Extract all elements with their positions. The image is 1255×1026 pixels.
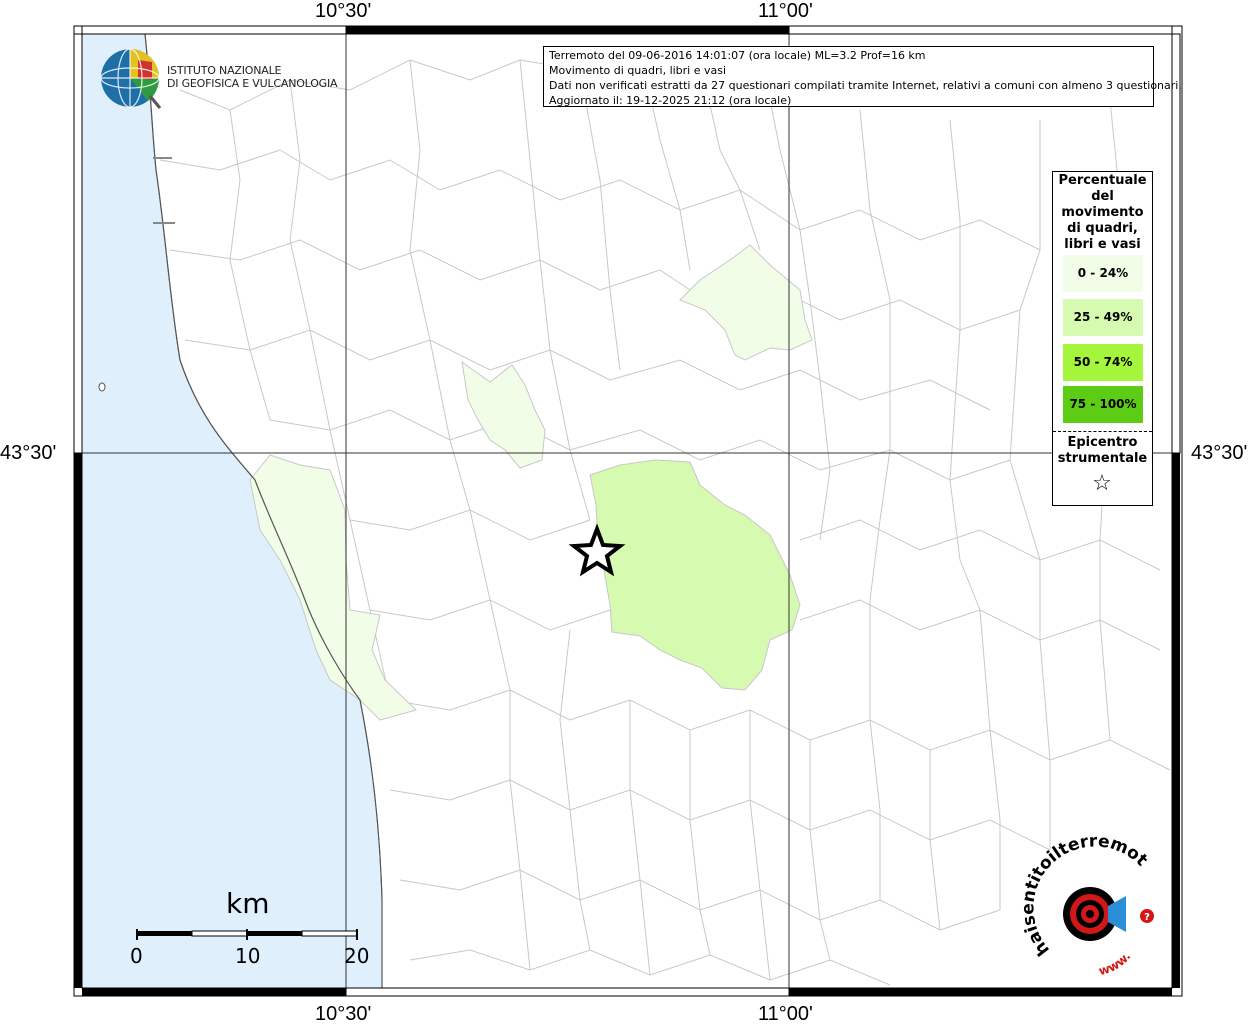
small-island <box>98 382 106 392</box>
legend-title-line: movimento <box>1061 205 1144 220</box>
epicenter-label-line: strumentale <box>1057 451 1148 466</box>
legend-title-line: libri e vasi <box>1064 237 1141 252</box>
event-info-box: Terremoto del 09-06-2016 14:01:07 (ora l… <box>543 46 1182 107</box>
legend-title-line: del <box>1091 189 1114 204</box>
scale-label-0: 0 <box>130 944 143 968</box>
legend-item-50-74: 50 - 74% <box>1063 344 1143 381</box>
event-info-line: Terremoto del 09-06-2016 14:01:07 (ora l… <box>549 49 926 62</box>
legend-item-0-24: 0 - 24% <box>1063 255 1143 292</box>
epicenter-label-line: Epicentro <box>1067 435 1138 450</box>
legend-separator <box>1053 431 1152 432</box>
legend: Percentuale del movimento di quadri, lib… <box>1052 171 1153 506</box>
scale-label-20: 20 <box>344 944 370 968</box>
legend-title-line: Percentuale <box>1058 173 1147 188</box>
scale-unit: km <box>226 887 270 920</box>
epicenter-label: Epicentro strumentale <box>1053 435 1152 467</box>
legend-title: Percentuale del movimento di quadri, lib… <box>1053 173 1152 253</box>
event-info-line: Aggiornato il: 19-12-2025 21:12 (ora loc… <box>549 94 792 107</box>
legend-item-25-49: 25 - 49% <box>1063 299 1143 336</box>
event-info-line: Movimento di quadri, libri e vasi <box>549 64 727 77</box>
epicenter-star-icon: ☆ <box>1092 471 1112 496</box>
legend-title-line: di quadri, <box>1067 221 1138 236</box>
logo-line-2: DI GEOFISICA E VULCANOLOGIA <box>167 77 338 90</box>
svg-text:?: ? <box>1144 912 1150 923</box>
ingv-logo-text: ISTITUTO NAZIONALE DI GEOFISICA E VULCAN… <box>167 64 338 90</box>
logo-line-1: ISTITUTO NAZIONALE <box>167 64 282 77</box>
intensity-map: ? haisentitoilterremoto.it www. <box>0 0 1183 997</box>
scale-label-10: 10 <box>235 944 261 968</box>
legend-item-75-100: 75 - 100% <box>1063 386 1143 423</box>
event-info-line: Dati non verificati estratti da 27 quest… <box>549 79 1182 92</box>
